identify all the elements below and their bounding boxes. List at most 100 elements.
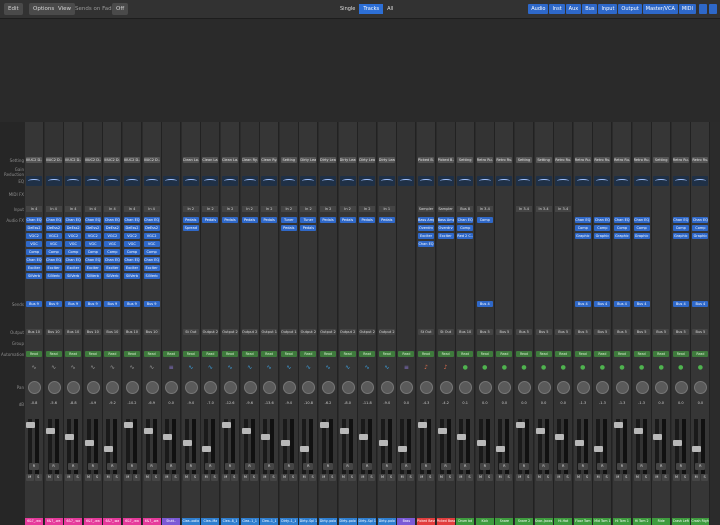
record-button[interactable]: R [303, 463, 314, 470]
volume-fader-handle[interactable] [496, 446, 506, 452]
audio-fx-slot[interactable]: Exciter [437, 233, 454, 239]
track-name[interactable]: Hi Tom 2 [632, 518, 651, 525]
record-button[interactable]: R [695, 463, 706, 470]
audio-fx-slot[interactable]: VGC [104, 241, 121, 247]
audio-fx-slot[interactable]: Chan EQ [594, 217, 611, 223]
track-name[interactable]: Stutt.. [162, 518, 181, 525]
automation-mode[interactable]: Read [594, 351, 611, 357]
send-slot[interactable]: Bus 9 [124, 301, 140, 307]
mute-button[interactable]: M [45, 474, 54, 481]
volume-fader-handle[interactable] [535, 428, 545, 434]
eq-thumbnail[interactable] [26, 176, 42, 186]
eq-thumbnail[interactable] [143, 176, 160, 186]
automation-mode[interactable]: Read [359, 351, 376, 357]
eq-thumbnail[interactable] [555, 176, 572, 186]
audio-fx-slot[interactable]: Overdrv [437, 225, 454, 231]
eq-thumbnail[interactable] [496, 176, 513, 186]
mute-button[interactable]: M [633, 474, 642, 481]
mute-button[interactable]: M [418, 474, 426, 481]
record-button[interactable]: R [479, 463, 490, 470]
audio-fx-slot[interactable]: Comp [692, 225, 709, 231]
audio-fx-slot[interactable]: Exciter [65, 265, 82, 271]
audio-fx-slot[interactable]: DeEss2 [65, 225, 82, 231]
send-slot[interactable]: Bus 4 [692, 301, 709, 307]
input-slot[interactable]: In 1 [378, 206, 395, 212]
automation-mode[interactable]: Read [300, 351, 317, 357]
mute-button[interactable]: M [241, 474, 250, 481]
audio-fx-slot[interactable]: Chan EQ [84, 217, 101, 223]
eq-thumbnail[interactable] [633, 176, 650, 186]
volume-fader-handle[interactable] [241, 428, 251, 434]
input-slot[interactable]: In 4 [65, 206, 82, 212]
input-slot[interactable]: In 3-4 [476, 206, 493, 212]
audio-fx-slot[interactable]: Pedals [320, 217, 336, 223]
automation-mode[interactable]: Read [143, 351, 160, 357]
mute-button[interactable]: M [594, 474, 602, 481]
record-button[interactable]: R [538, 463, 549, 470]
audio-fx-slot[interactable]: Comp [594, 225, 611, 231]
audio-fx-slot[interactable]: VGC2 [65, 233, 82, 239]
volume-fader-handle[interactable] [26, 422, 35, 428]
pan-knob[interactable] [145, 381, 159, 394]
solo-button[interactable]: S [485, 474, 493, 481]
audio-fx-slot[interactable]: Exciter [45, 265, 62, 271]
track-name[interactable]: Dirty..Spl 1 [358, 518, 377, 525]
track-name[interactable]: 6&7_.wa [44, 518, 63, 525]
output-slot[interactable]: Bus 5 [633, 329, 650, 335]
track-name[interactable]: Clea..oolio [181, 518, 200, 525]
mute-button[interactable]: M [300, 474, 308, 481]
volume-fader-handle[interactable] [65, 434, 75, 440]
mute-button[interactable]: M [261, 474, 269, 481]
volume-fader-handle[interactable] [222, 422, 231, 428]
eq-thumbnail[interactable] [222, 176, 238, 186]
record-button[interactable]: R [87, 463, 98, 470]
input-slot[interactable]: In 2 [241, 206, 258, 212]
automation-mode[interactable]: Read [378, 351, 395, 357]
solo-button[interactable]: S [583, 474, 591, 481]
solo-button[interactable]: S [446, 474, 454, 481]
setting-button[interactable]: IIIUC2 D.. [26, 157, 42, 163]
audio-fx-slot[interactable]: Exciter [143, 265, 160, 271]
automation-mode[interactable]: Read [692, 351, 709, 357]
volume-fader-handle[interactable] [163, 434, 173, 440]
mute-button[interactable]: M [398, 474, 406, 481]
audio-fx-slot[interactable]: Comp [614, 225, 630, 231]
audio-fx-slot[interactable]: Comp [26, 249, 42, 255]
setting-button[interactable]: Clean La.. [202, 157, 219, 163]
input-slot[interactable]: In 2 [300, 206, 317, 212]
audio-fx-slot[interactable]: Chan EQ [104, 257, 121, 263]
pan-knob[interactable] [282, 381, 296, 394]
volume-fader-handle[interactable] [261, 434, 271, 440]
record-button[interactable]: R [29, 463, 39, 470]
audio-fx-slot[interactable]: SilVerb [84, 273, 101, 279]
record-button[interactable]: R [558, 463, 569, 470]
input-slot[interactable]: In 2 [202, 206, 219, 212]
pan-knob[interactable] [165, 381, 179, 394]
pan-knob[interactable] [204, 381, 218, 394]
eq-thumbnail[interactable] [437, 176, 454, 186]
solo-button[interactable]: S [269, 474, 278, 481]
track-name[interactable]: Hi Tom 1 [613, 518, 631, 525]
setting-button[interactable]: Setting [280, 157, 297, 163]
eq-thumbnail[interactable] [476, 176, 493, 186]
volume-fader-handle[interactable] [692, 446, 702, 452]
mute-button[interactable]: M [496, 474, 504, 481]
track-name[interactable]: Clea..Ma [201, 518, 220, 525]
track-name[interactable]: 6&7_.wa [25, 518, 43, 525]
automation-mode[interactable]: Read [614, 351, 630, 357]
solo-button[interactable]: S [367, 474, 376, 481]
automation-mode[interactable]: Read [280, 351, 297, 357]
filter-output[interactable]: Output [618, 4, 642, 14]
automation-mode[interactable]: Read [241, 351, 258, 357]
audio-fx-slot[interactable]: VGC2 [45, 233, 62, 239]
setting-button[interactable]: IIIUC2 D.. [45, 157, 62, 163]
volume-fader-handle[interactable] [143, 428, 153, 434]
audio-fx-slot[interactable]: Comp [65, 249, 82, 255]
record-button[interactable]: R [577, 463, 588, 470]
record-button[interactable]: R [323, 463, 333, 470]
setting-button[interactable]: Retro Ru.. [594, 157, 611, 163]
pan-knob[interactable] [28, 381, 41, 394]
audio-fx-slot[interactable]: Pedals [359, 217, 376, 223]
setting-button[interactable]: Retro Ru.. [672, 157, 689, 163]
mute-button[interactable]: M [555, 474, 563, 481]
